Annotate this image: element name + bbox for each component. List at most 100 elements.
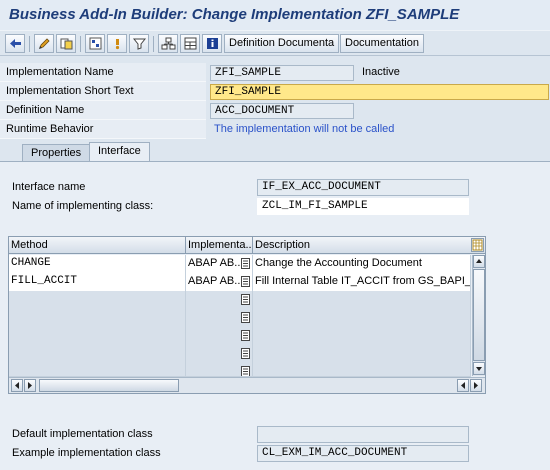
short-text-label: Implementation Short Text [0, 82, 206, 101]
runtime-behavior-label: Runtime Behavior [0, 120, 206, 139]
toolbar-separator [29, 36, 30, 52]
implementation-name-label: Implementation Name [0, 63, 206, 82]
vertical-scroll-thumb[interactable] [473, 269, 485, 361]
scroll-right-button[interactable] [470, 379, 482, 392]
scroll-right-icon [474, 382, 478, 389]
method-cell [9, 309, 186, 327]
table-row[interactable] [9, 309, 471, 327]
tab-interface[interactable]: Interface [89, 142, 150, 162]
short-text-row: Implementation Short Text ZFI_SAMPLE [0, 82, 550, 101]
value-help-icon[interactable] [241, 312, 250, 323]
interface-name-label: Interface name [12, 181, 86, 193]
scroll-left-icon [461, 382, 465, 389]
value-help-icon[interactable] [241, 294, 250, 305]
implementation-cell[interactable]: ABAP AB... [186, 255, 253, 273]
value-help-icon[interactable] [241, 348, 250, 359]
description-cell: Change the Accounting Document [253, 255, 471, 273]
table-row[interactable] [9, 291, 471, 309]
other-object-icon[interactable] [56, 34, 76, 53]
application-toolbar: Definition Documenta Documentation [0, 30, 550, 56]
method-cell [9, 363, 186, 376]
table-row[interactable] [9, 345, 471, 363]
status-text: Inactive [362, 66, 400, 78]
default-class-label: Default implementation class [12, 428, 153, 440]
info-icon[interactable] [202, 34, 222, 53]
scroll-left-icon [15, 382, 19, 389]
scroll-left-column-button[interactable] [11, 379, 23, 392]
definition-documentation-button[interactable]: Definition Documenta [224, 34, 340, 53]
interface-name-field: IF_EX_ACC_DOCUMENT [257, 179, 469, 196]
implementing-class-field[interactable]: ZCL_IM_FI_SAMPLE [257, 198, 469, 215]
window-title: Business Add-In Builder: Change Implemen… [9, 6, 460, 23]
activate-icon[interactable] [107, 34, 127, 53]
scroll-up-icon [476, 259, 482, 263]
implementation-cell[interactable] [186, 327, 253, 345]
implementation-header-form: Implementation Name ZFI_SAMPLE Inactive … [0, 60, 550, 140]
table-row[interactable] [9, 327, 471, 345]
documentation-button[interactable]: Documentation [340, 34, 424, 53]
implementation-cell[interactable] [186, 309, 253, 327]
tab-strip: Properties Interface [0, 142, 550, 162]
description-cell [253, 291, 471, 309]
scroll-right-column-button[interactable] [24, 379, 36, 392]
method-cell [9, 327, 186, 345]
scroll-up-button[interactable] [473, 255, 485, 268]
runtime-behavior-value: The implementation will not be called [214, 123, 395, 135]
implementation-cell[interactable] [186, 363, 253, 377]
method-cell [9, 345, 186, 363]
implementation-cell-text: ABAP AB... [188, 257, 244, 269]
table-row[interactable] [9, 363, 471, 377]
implementation-cell[interactable] [186, 291, 253, 309]
definition-name-label: Definition Name [0, 101, 206, 120]
method-cell: CHANGE [9, 255, 186, 273]
short-text-input[interactable]: ZFI_SAMPLE [210, 84, 549, 100]
implementation-cell[interactable] [186, 345, 253, 363]
description-cell [253, 327, 471, 345]
toolbar-separator [80, 36, 81, 52]
value-help-icon[interactable] [241, 366, 250, 377]
scroll-down-button[interactable] [473, 362, 485, 375]
scroll-down-icon [476, 367, 482, 371]
description-cell [253, 363, 471, 376]
value-help-icon[interactable] [241, 276, 250, 287]
value-help-icon[interactable] [241, 258, 250, 269]
implementation-cell-text: ABAP AB... [188, 275, 244, 287]
column-header-description[interactable]: Description [253, 237, 471, 254]
table-row[interactable]: FILL_ACCIT ABAP AB... Fill Internal Tabl… [9, 273, 471, 291]
implementation-cell[interactable]: ABAP AB... [186, 273, 253, 291]
value-help-icon[interactable] [241, 330, 250, 341]
horizontal-scroll-thumb[interactable] [39, 379, 179, 392]
description-cell [253, 309, 471, 327]
vertical-scrollbar[interactable] [472, 255, 485, 376]
hierarchy-icon[interactable] [158, 34, 178, 53]
implementation-name-field: ZFI_SAMPLE [210, 65, 354, 81]
column-header-method[interactable]: Method [9, 237, 186, 254]
back-icon[interactable] [5, 34, 25, 53]
scroll-right-icon [28, 382, 32, 389]
methods-table: Method Implementa... Description CHANGE … [8, 236, 486, 394]
definition-name-field[interactable]: ACC_DOCUMENT [210, 103, 354, 119]
interface-panel: Interface name IF_EX_ACC_DOCUMENT Name o… [0, 161, 550, 470]
implementing-class-label: Name of implementing class: [12, 200, 154, 212]
column-header-implementation[interactable]: Implementa... [186, 237, 253, 254]
where-used-icon[interactable] [129, 34, 149, 53]
layout-icon[interactable] [180, 34, 200, 53]
definition-name-row: Definition Name ACC_DOCUMENT [0, 101, 550, 120]
edit-toggle-icon[interactable] [34, 34, 54, 53]
implementation-name-row: Implementation Name ZFI_SAMPLE Inactive [0, 63, 550, 82]
method-cell: FILL_ACCIT [9, 273, 186, 291]
scroll-left-button[interactable] [457, 379, 469, 392]
table-header: Method Implementa... Description [9, 237, 485, 254]
runtime-behavior-row: Runtime Behavior The implementation will… [0, 120, 550, 139]
example-class-field: CL_EXM_IM_ACC_DOCUMENT [257, 445, 469, 462]
toolbar-separator [153, 36, 154, 52]
check-icon[interactable] [85, 34, 105, 53]
description-cell [253, 345, 471, 363]
column-settings-icon[interactable] [471, 238, 484, 252]
horizontal-scrollbar[interactable] [9, 377, 485, 393]
method-cell [9, 291, 186, 309]
tab-properties[interactable]: Properties [22, 144, 91, 162]
description-cell: Fill Internal Table IT_ACCIT from GS_BAP… [253, 273, 471, 291]
example-class-label: Example implementation class [12, 447, 161, 459]
table-row[interactable]: CHANGE ABAP AB... Change the Accounting … [9, 255, 471, 273]
